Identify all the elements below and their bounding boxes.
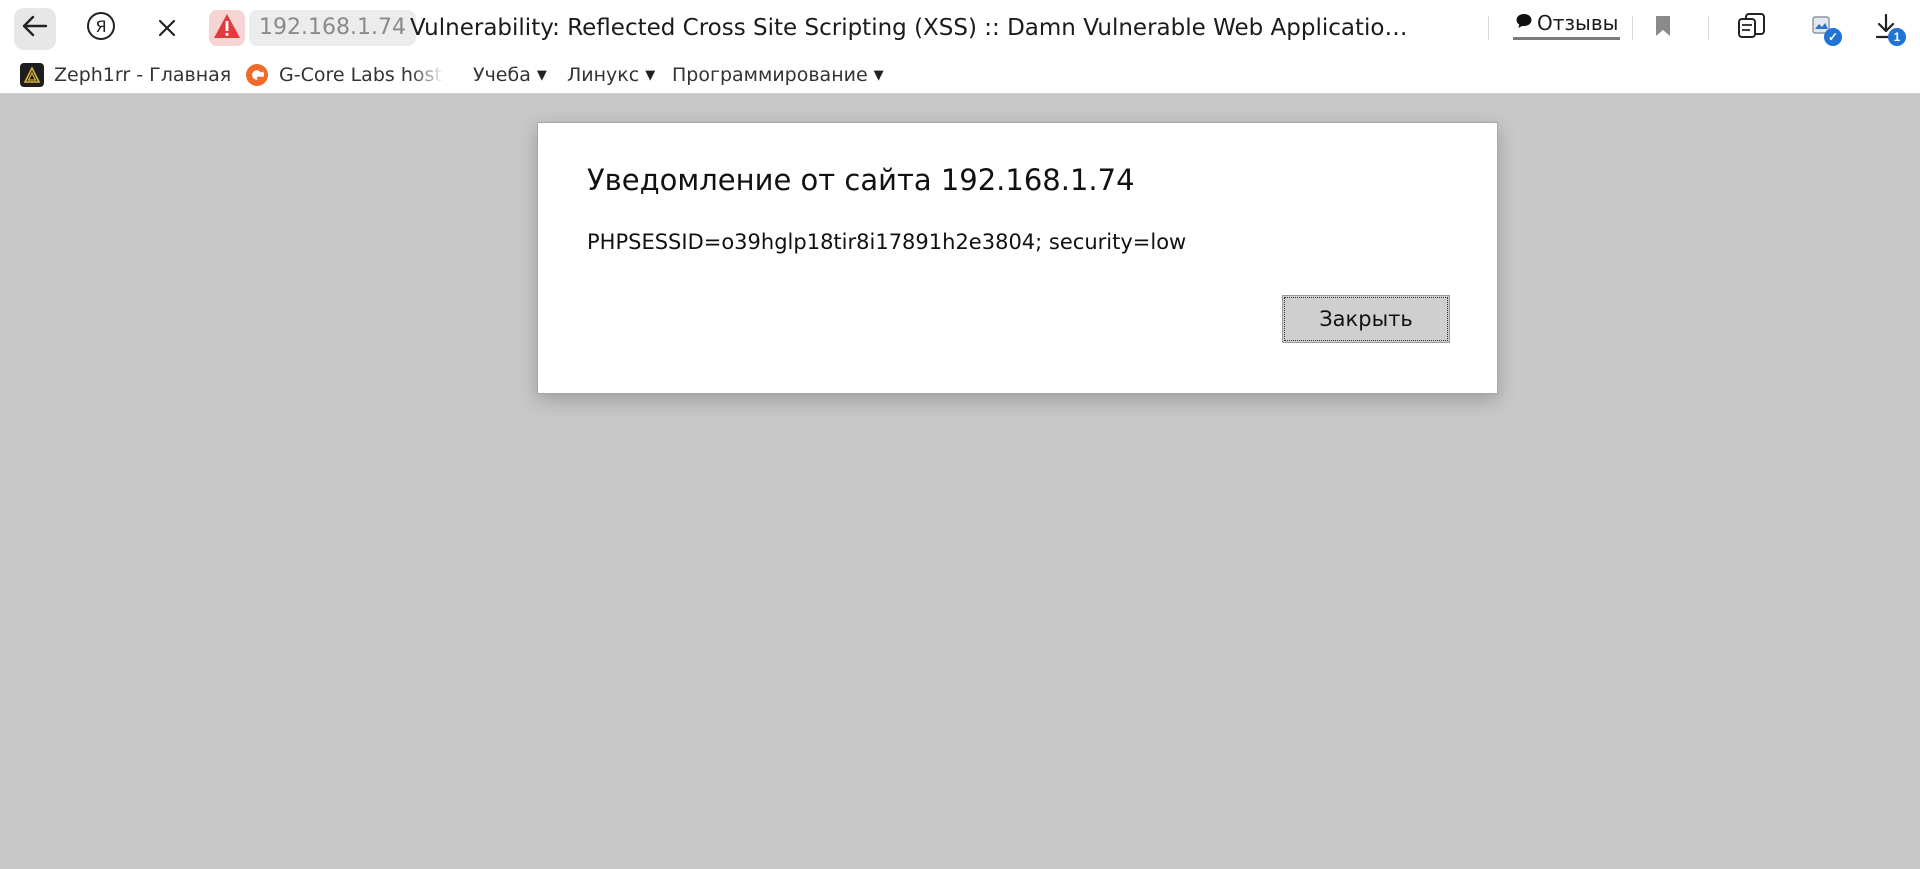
browser-toolbar: Я 192.168.1.74 Vulnerability: Reflected … <box>0 0 1920 56</box>
back-button[interactable] <box>14 8 56 50</box>
chevron-down-icon: ▼ <box>536 67 547 83</box>
speech-bubble-icon <box>1515 11 1533 35</box>
chevron-down-icon: ▼ <box>645 67 656 83</box>
address-host[interactable]: 192.168.1.74 <box>249 10 416 46</box>
bookmark-folder-linux[interactable]: Линукс ▼ <box>567 60 655 90</box>
svg-text:Я: Я <box>95 17 106 36</box>
gcore-favicon <box>245 63 269 87</box>
downloads-button[interactable]: 1 <box>1870 12 1906 46</box>
folder-label: Программирование <box>672 64 868 86</box>
close-button[interactable]: Закрыть <box>1282 295 1450 343</box>
bookmark-button[interactable] <box>1647 12 1679 44</box>
close-icon <box>158 15 176 43</box>
bookmark-icon <box>1654 15 1672 41</box>
bookmark-folder-ucheba[interactable]: Учеба ▼ <box>473 60 547 90</box>
check-badge-icon: ✓ <box>1824 28 1842 46</box>
bookmarks-bar: Zeph1rr - Главная G-Core Labs hosting Уч… <box>0 56 1920 94</box>
toolbar-divider <box>1488 16 1489 40</box>
downloads-count-badge: 1 <box>1888 28 1906 46</box>
bookmark-folder-programming[interactable]: Программирование ▼ <box>672 60 884 90</box>
reviews-label: Отзывы <box>1537 10 1619 35</box>
toolbar-divider <box>1632 16 1633 40</box>
folder-label: Линукс <box>567 64 640 86</box>
tabs-button[interactable] <box>1736 12 1768 44</box>
dialog-title: Уведомление от сайта 192.168.1.74 <box>587 163 1135 197</box>
stop-loading-button[interactable] <box>146 8 188 50</box>
zeph1rr-favicon <box>20 63 44 87</box>
warning-triangle-icon <box>213 13 241 43</box>
chevron-down-icon: ▼ <box>873 67 884 83</box>
yandex-button[interactable]: Я <box>80 8 122 50</box>
bookmark-zeph1rr[interactable]: Zeph1rr - Главная <box>20 60 231 90</box>
screenshot-button[interactable]: ✓ <box>1806 12 1842 46</box>
back-arrow-icon <box>22 15 48 43</box>
bookmark-label: Zeph1rr - Главная <box>54 64 232 86</box>
folder-label: Учеба <box>473 64 531 86</box>
bookmark-gcore[interactable]: G-Core Labs hosting <box>245 60 444 90</box>
page-title[interactable]: Vulnerability: Reflected Cross Site Scri… <box>410 11 1420 45</box>
tabs-icon <box>1737 12 1767 44</box>
dialog-message: PHPSESSID=o39hglp18tir8i17891h2e3804; se… <box>587 230 1187 254</box>
toolbar-divider <box>1708 16 1709 40</box>
alert-dialog: Уведомление от сайта 192.168.1.74 PHPSES… <box>537 122 1498 394</box>
bookmark-label: G-Core Labs hosting <box>279 64 444 86</box>
security-warning-button[interactable] <box>209 10 245 46</box>
yandex-logo-icon: Я <box>86 11 116 47</box>
reviews-button[interactable]: Отзывы <box>1513 8 1621 40</box>
